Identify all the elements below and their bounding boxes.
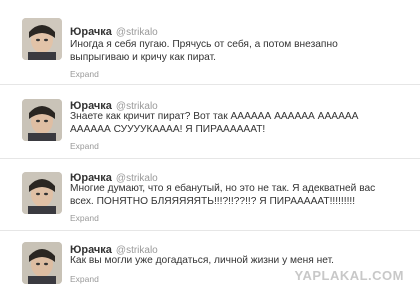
avatar[interactable]	[22, 242, 62, 284]
tweet-text-line: АААААА СУУУУКАААА! Я ПИРААААААТ!	[70, 124, 266, 135]
expand-link[interactable]: Expand	[70, 274, 99, 284]
tweet-text-line: Как вы могли уже догадаться, личной жизн…	[70, 255, 334, 266]
tweet-text: Иногда я себя пугаю. Прячусь от себя, а …	[70, 38, 415, 64]
expand-link[interactable]: Expand	[70, 213, 99, 223]
divider	[0, 84, 420, 85]
tweet-text: Многие думают, что я ебанутый, но это не…	[70, 182, 415, 208]
expand-link[interactable]: Expand	[70, 69, 99, 79]
divider	[0, 230, 420, 231]
expand-link[interactable]: Expand	[70, 141, 99, 151]
author-handle[interactable]: @strikalo	[116, 27, 158, 38]
tweet-text-line: всех. ПОНЯТНО БЛЯЯЯЯЯТЬ!!!?!!??!!? Я ПИР…	[70, 196, 356, 207]
tweet-text-line: выпрыгиваю и кричу как пират.	[70, 52, 216, 63]
avatar[interactable]	[22, 172, 62, 214]
divider	[0, 158, 420, 159]
avatar[interactable]	[22, 99, 62, 141]
tweet-text: Знаете как кричит пират? Вот так АААААА …	[70, 110, 415, 136]
tweet-text-line: Многие думают, что я ебанутый, но это не…	[70, 183, 376, 194]
tweet-text: Как вы могли уже догадаться, личной жизн…	[70, 254, 415, 267]
avatar[interactable]	[22, 18, 62, 60]
author-name[interactable]: Юрачка	[70, 26, 112, 38]
tweet-text-line: Знаете как кричит пират? Вот так АААААА …	[70, 111, 359, 122]
tweet-text-line: Иногда я себя пугаю. Прячусь от себя, а …	[70, 39, 338, 50]
watermark: YAPLAKAL.COM	[294, 268, 404, 283]
